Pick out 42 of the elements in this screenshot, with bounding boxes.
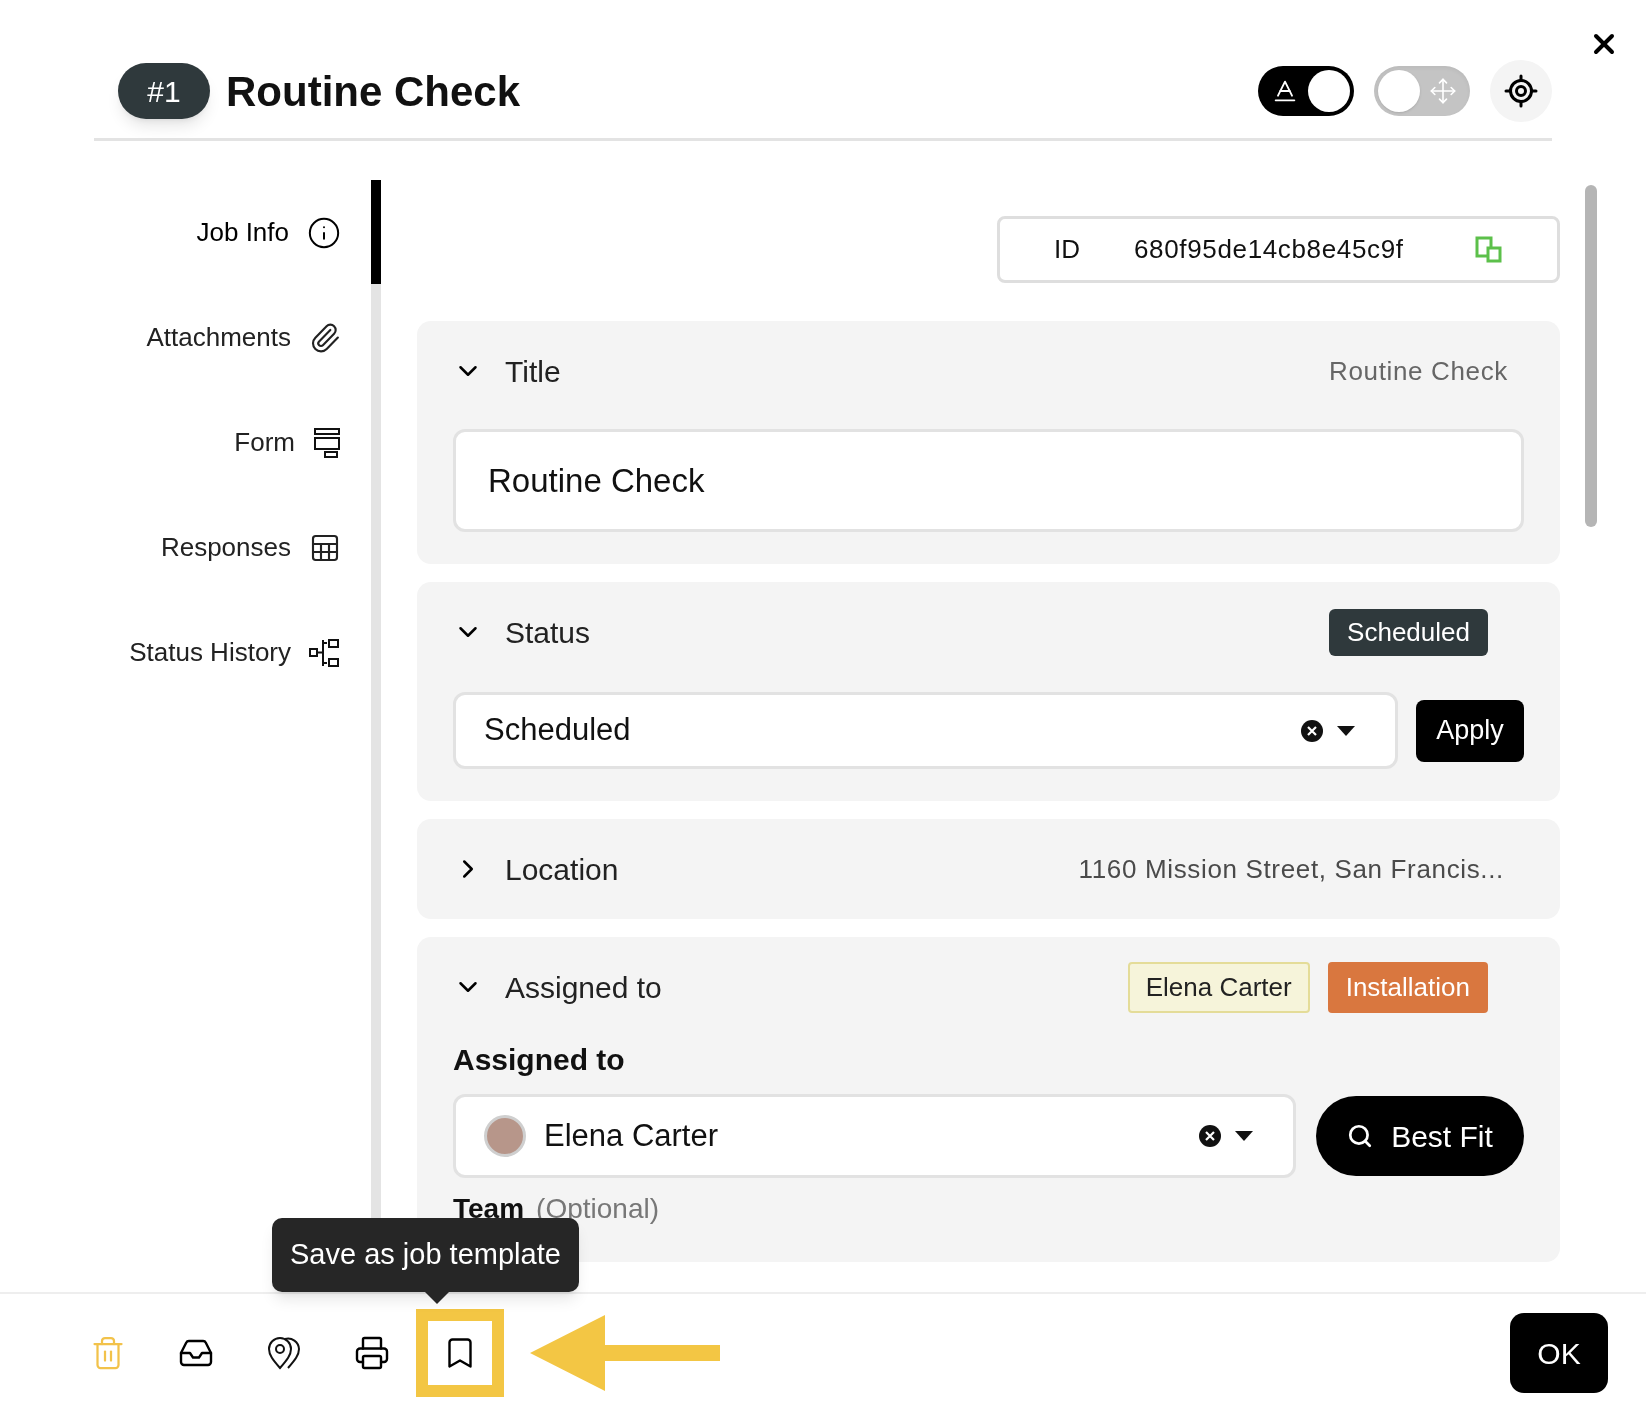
info-icon — [307, 215, 341, 250]
id-field: ID 680f95de14cb8e45c9f — [997, 216, 1560, 283]
assignee-tag: Installation — [1327, 961, 1488, 1013]
section-title[interactable]: Status — [505, 609, 591, 655]
sidebar-item[interactable]: Form — [0, 390, 341, 495]
sidebar-item[interactable]: Job Info — [0, 180, 341, 285]
section-title[interactable]: Location — [505, 846, 619, 892]
caret-icon[interactable] — [1235, 1131, 1253, 1141]
scrollbar-thumb[interactable] — [1585, 185, 1597, 527]
toggle-switch[interactable] — [1374, 66, 1470, 116]
section-title[interactable]: Title — [505, 348, 561, 394]
clear-icon[interactable] — [1199, 1125, 1221, 1147]
hierarchy-icon — [309, 636, 341, 669]
assignee-tag: Elena Carter — [1127, 961, 1310, 1013]
move-icon — [1429, 77, 1457, 105]
status-select[interactable]: Scheduled — [453, 692, 1398, 769]
printer-icon — [354, 1335, 390, 1371]
target-icon — [1503, 73, 1539, 109]
section-summary: 1160 Mission Street, San Francis... — [1078, 852, 1504, 886]
status-badge: Scheduled — [1329, 608, 1488, 656]
assignee-select[interactable]: Elena Carter — [453, 1094, 1296, 1178]
apply-button[interactable]: Apply — [1416, 699, 1524, 762]
section-summary: Routine Check — [1329, 354, 1508, 388]
job-number-badge: #1 — [118, 63, 210, 119]
clear-icon[interactable] — [1301, 719, 1323, 742]
toggle-switch[interactable] — [1258, 66, 1354, 116]
ok-button[interactable]: OK — [1510, 1313, 1608, 1393]
avatar — [484, 1115, 526, 1157]
section-title[interactable]: Assigned to — [505, 964, 662, 1010]
paperclip-icon — [309, 321, 341, 354]
form-icon — [313, 426, 341, 459]
best-fit-button[interactable]: Best Fit — [1316, 1096, 1524, 1176]
sidebar-item[interactable]: Attachments — [0, 285, 341, 390]
search-icon — [1347, 1123, 1374, 1149]
map-pins-icon — [265, 1334, 303, 1372]
title-input[interactable]: Routine Check — [453, 429, 1524, 532]
tooltip: Save as job template — [272, 1218, 579, 1304]
field-label: Assigned to — [453, 1042, 626, 1078]
caret-icon[interactable] — [1337, 725, 1355, 736]
sidebar-item[interactable]: Status History — [0, 600, 341, 705]
sidebar-item[interactable]: Responses — [0, 495, 341, 600]
job-title: Routine Check — [226, 66, 521, 117]
